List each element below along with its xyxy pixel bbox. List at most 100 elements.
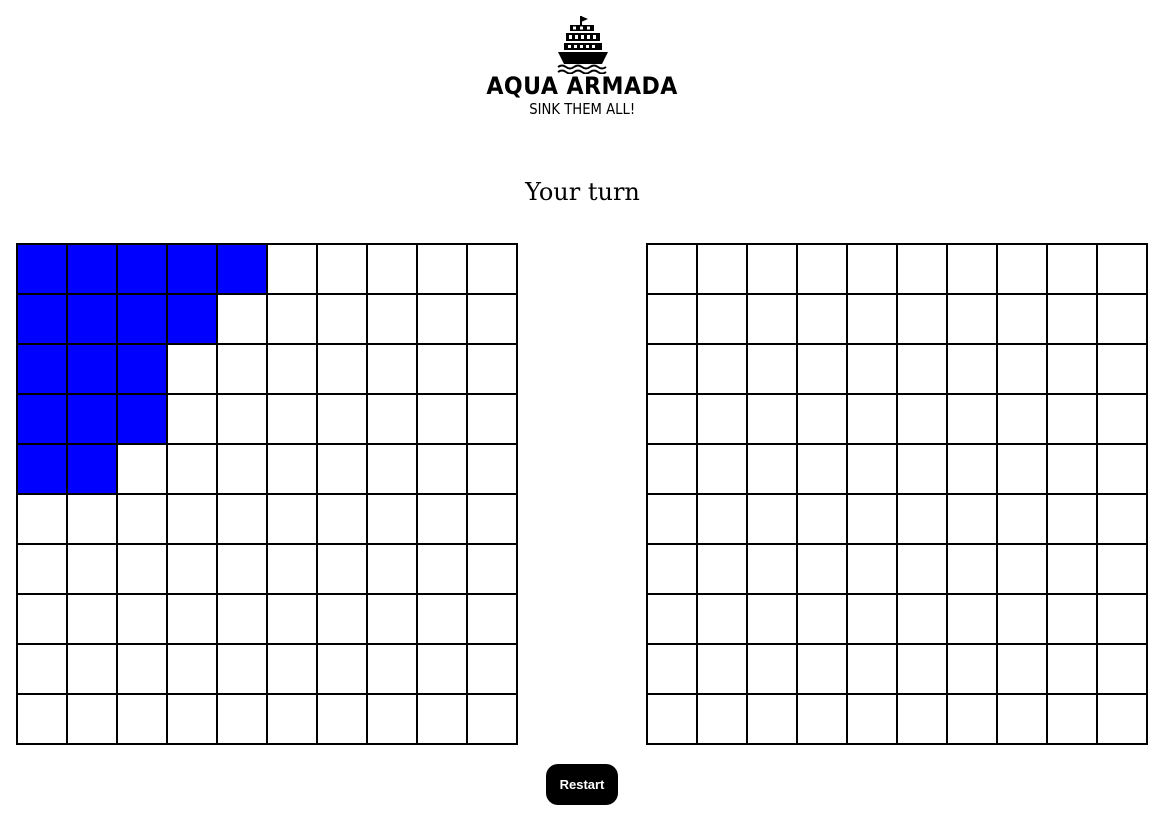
grid-cell[interactable] — [648, 245, 698, 295]
grid-cell[interactable] — [698, 395, 748, 445]
grid-cell[interactable] — [998, 695, 1048, 745]
grid-cell[interactable] — [998, 295, 1048, 345]
grid-cell[interactable] — [948, 595, 998, 645]
grid-cell[interactable] — [748, 595, 798, 645]
grid-cell[interactable] — [798, 395, 848, 445]
grid-cell[interactable] — [1048, 495, 1098, 545]
grid-cell[interactable] — [1048, 445, 1098, 495]
grid-cell[interactable] — [1048, 345, 1098, 395]
grid-cell[interactable] — [1048, 645, 1098, 695]
grid-cell[interactable] — [748, 495, 798, 545]
grid-cell[interactable] — [848, 695, 898, 745]
grid-cell[interactable] — [848, 545, 898, 595]
grid-cell[interactable] — [1098, 495, 1148, 545]
grid-cell[interactable] — [998, 645, 1048, 695]
grid-cell[interactable] — [948, 695, 998, 745]
grid-cell[interactable] — [1098, 595, 1148, 645]
grid-cell[interactable] — [998, 495, 1048, 545]
grid-cell[interactable] — [648, 395, 698, 445]
grid-cell[interactable] — [898, 345, 948, 395]
grid-cell[interactable] — [1048, 395, 1098, 445]
grid-cell[interactable] — [648, 695, 698, 745]
grid-cell[interactable] — [948, 545, 998, 595]
grid-cell[interactable] — [898, 545, 948, 595]
grid-cell[interactable] — [798, 295, 848, 345]
grid-cell[interactable] — [698, 295, 748, 345]
grid-cell[interactable] — [798, 345, 848, 395]
grid-cell[interactable] — [898, 445, 948, 495]
grid-cell[interactable] — [1048, 545, 1098, 595]
grid-cell[interactable] — [698, 445, 748, 495]
grid-cell[interactable] — [748, 545, 798, 595]
grid-cell[interactable] — [848, 245, 898, 295]
grid-cell[interactable] — [848, 495, 898, 545]
grid-cell[interactable] — [648, 445, 698, 495]
grid-cell[interactable] — [798, 545, 848, 595]
grid-cell[interactable] — [998, 395, 1048, 445]
grid-cell[interactable] — [1098, 345, 1148, 395]
grid-cell[interactable] — [1098, 245, 1148, 295]
grid-cell[interactable] — [748, 645, 798, 695]
grid-cell[interactable] — [748, 295, 798, 345]
grid-cell[interactable] — [798, 495, 848, 545]
grid-cell[interactable] — [998, 445, 1048, 495]
grid-cell[interactable] — [948, 295, 998, 345]
grid-cell[interactable] — [798, 245, 848, 295]
grid-cell[interactable] — [798, 595, 848, 645]
grid-cell[interactable] — [948, 645, 998, 695]
grid-cell[interactable] — [898, 595, 948, 645]
grid-cell[interactable] — [748, 445, 798, 495]
restart-button[interactable]: Restart — [546, 764, 618, 805]
enemy-board[interactable] — [646, 243, 1148, 745]
grid-cell[interactable] — [698, 645, 748, 695]
grid-cell[interactable] — [898, 245, 948, 295]
grid-cell[interactable] — [798, 695, 848, 745]
grid-cell[interactable] — [898, 295, 948, 345]
grid-cell[interactable] — [848, 595, 898, 645]
grid-cell[interactable] — [698, 345, 748, 395]
grid-cell[interactable] — [898, 645, 948, 695]
grid-cell[interactable] — [648, 295, 698, 345]
grid-cell[interactable] — [798, 445, 848, 495]
grid-cell[interactable] — [848, 445, 898, 495]
grid-cell[interactable] — [848, 645, 898, 695]
grid-cell[interactable] — [1048, 595, 1098, 645]
grid-cell[interactable] — [648, 595, 698, 645]
grid-cell[interactable] — [1098, 695, 1148, 745]
grid-cell[interactable] — [748, 245, 798, 295]
grid-cell[interactable] — [848, 295, 898, 345]
grid-cell[interactable] — [1098, 545, 1148, 595]
grid-cell[interactable] — [698, 695, 748, 745]
grid-cell[interactable] — [648, 345, 698, 395]
grid-cell[interactable] — [648, 645, 698, 695]
grid-cell[interactable] — [848, 345, 898, 395]
grid-cell[interactable] — [748, 395, 798, 445]
grid-cell[interactable] — [898, 395, 948, 445]
grid-cell[interactable] — [698, 595, 748, 645]
grid-cell[interactable] — [1098, 645, 1148, 695]
grid-cell[interactable] — [998, 245, 1048, 295]
grid-cell[interactable] — [1098, 295, 1148, 345]
grid-cell[interactable] — [748, 345, 798, 395]
grid-cell[interactable] — [698, 245, 748, 295]
grid-cell[interactable] — [848, 395, 898, 445]
grid-cell[interactable] — [648, 495, 698, 545]
grid-cell[interactable] — [998, 545, 1048, 595]
grid-cell[interactable] — [948, 495, 998, 545]
grid-cell[interactable] — [698, 495, 748, 545]
grid-cell[interactable] — [998, 595, 1048, 645]
grid-cell[interactable] — [748, 695, 798, 745]
grid-cell[interactable] — [1048, 295, 1098, 345]
grid-cell[interactable] — [998, 345, 1048, 395]
grid-cell[interactable] — [898, 495, 948, 545]
grid-cell[interactable] — [948, 445, 998, 495]
grid-cell[interactable] — [1098, 445, 1148, 495]
grid-cell[interactable] — [898, 695, 948, 745]
grid-cell[interactable] — [1098, 395, 1148, 445]
grid-cell[interactable] — [1048, 245, 1098, 295]
grid-cell[interactable] — [648, 545, 698, 595]
grid-cell[interactable] — [948, 395, 998, 445]
grid-cell[interactable] — [948, 345, 998, 395]
grid-cell[interactable] — [698, 545, 748, 595]
grid-cell[interactable] — [798, 645, 848, 695]
